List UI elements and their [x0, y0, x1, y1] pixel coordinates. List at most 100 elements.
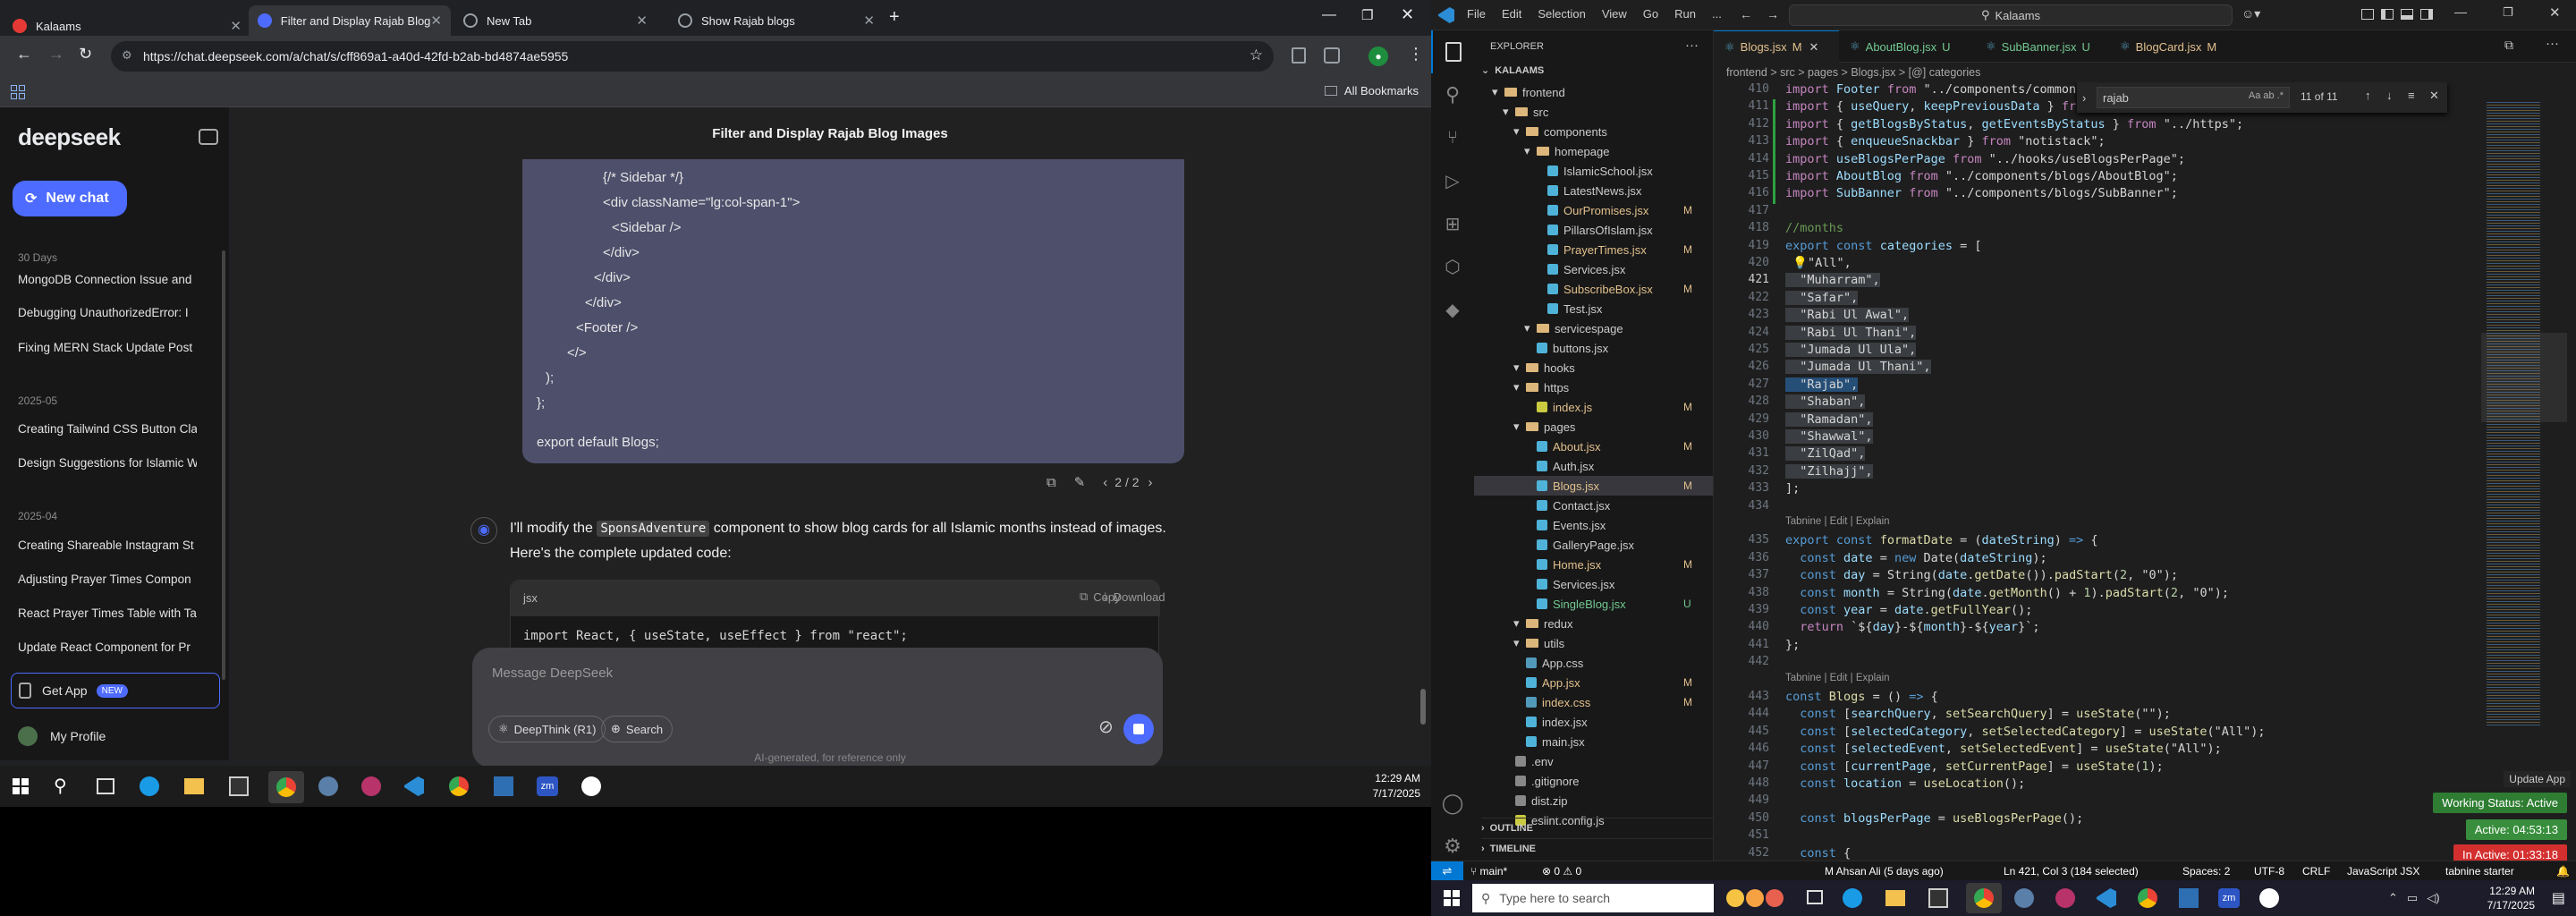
nav-back-icon[interactable]: ←: [1740, 7, 1752, 21]
github-icon[interactable]: [2055, 888, 2075, 908]
more-actions-icon[interactable]: ···: [1685, 38, 1699, 53]
app-icon[interactable]: [2179, 888, 2199, 908]
tree-file[interactable]: Services.jsx: [1474, 574, 1713, 594]
tree-file[interactable]: PrayerTimes.jsx M: [1474, 240, 1713, 259]
copilot-icon[interactable]: ☺▾: [2241, 6, 2260, 21]
language-mode[interactable]: JavaScript JSX: [2347, 861, 2419, 881]
minimize-button[interactable]: —: [2454, 4, 2467, 19]
prev-version-icon[interactable]: ‹: [1103, 475, 1107, 490]
tree-folder[interactable]: ▾ homepage: [1474, 141, 1713, 161]
search-icon[interactable]: ⚲: [54, 775, 67, 797]
close-find-icon[interactable]: ✕: [2429, 89, 2439, 103]
tree-file[interactable]: Blogs.jsx M: [1474, 476, 1713, 496]
sidebar-scrollbar[interactable]: [222, 250, 225, 680]
tree-file[interactable]: GalleryPage.jsx: [1474, 535, 1713, 555]
close-window-button[interactable]: ✕: [1401, 5, 1414, 24]
extensions-icon[interactable]: ⊞: [1431, 202, 1474, 245]
find-input[interactable]: rajab Aa ab .*: [2097, 87, 2290, 108]
source-control-icon[interactable]: ⑂: [1431, 116, 1474, 159]
bookmark-star-icon[interactable]: ☆: [1250, 47, 1263, 64]
task-view-icon[interactable]: [97, 778, 114, 794]
chevron-right-icon[interactable]: ›: [2082, 91, 2086, 105]
minimap[interactable]: [2481, 82, 2567, 861]
tree-folder[interactable]: ▾ hooks: [1474, 358, 1713, 377]
deepseek-logo[interactable]: deepseek: [18, 123, 121, 151]
tabnine-icon[interactable]: ◆: [1431, 288, 1474, 331]
tree-file[interactable]: buttons.jsx: [1474, 338, 1713, 358]
tree-folder[interactable]: ▾ components: [1474, 122, 1713, 141]
sidepanel-icon[interactable]: [1324, 47, 1340, 64]
find-in-selection-icon[interactable]: ≡: [2408, 89, 2415, 102]
chrome-taskbar-button[interactable]: [268, 771, 304, 803]
history-item[interactable]: Design Suggestions for Islamic W: [18, 456, 197, 470]
emoji-icon[interactable]: [1766, 889, 1784, 907]
site-info-icon[interactable]: ⚙: [122, 48, 132, 63]
timeline-section[interactable]: › TIMELINE: [1481, 838, 1713, 858]
close-tab-icon[interactable]: ✕: [636, 13, 648, 29]
update-app-label[interactable]: Update App: [2504, 771, 2571, 787]
tree-file[interactable]: SingleBlog.jsx U: [1474, 594, 1713, 614]
more-actions-icon[interactable]: ···: [2546, 36, 2559, 51]
tabnine-codelens[interactable]: Tabnine | Edit | Explain: [1785, 673, 1890, 683]
new-chat-button[interactable]: ⟳ New chat: [13, 181, 127, 216]
find-next-icon[interactable]: ↓: [2386, 89, 2393, 102]
tree-file[interactable]: index.jsx: [1474, 712, 1713, 732]
edit-icon[interactable]: ✎: [1074, 474, 1086, 490]
volume-icon[interactable]: ◁): [2427, 891, 2439, 905]
history-item[interactable]: Creating Shareable Instagram St: [18, 539, 197, 552]
tree-file[interactable]: main.jsx: [1474, 732, 1713, 751]
stop-button[interactable]: [1123, 714, 1154, 744]
tree-file[interactable]: SubscribeBox.jsx M: [1474, 279, 1713, 299]
close-window-button[interactable]: ✕: [2549, 4, 2561, 21]
cursor-position[interactable]: Ln 421, Col 3 (184 selected): [2004, 861, 2139, 881]
tree-file[interactable]: Services.jsx: [1474, 259, 1713, 279]
find-options-icon[interactable]: Aa ab .*: [2249, 90, 2284, 101]
maximize-button[interactable]: ❐: [2503, 5, 2513, 20]
tree-file[interactable]: App.css: [1474, 653, 1713, 673]
toggle-secondary-sidebar-icon[interactable]: [2420, 9, 2433, 20]
tabnine-status[interactable]: tabnine starter: [2445, 861, 2514, 881]
clock[interactable]: 12:29 AM 7/17/2025: [1373, 771, 1420, 802]
chat-scrollbar[interactable]: [1420, 689, 1426, 725]
menu-run[interactable]: Run: [1674, 7, 1696, 21]
menu-selection[interactable]: Selection: [1538, 7, 1585, 21]
editor-tab[interactable]: ⚛ AboutBlog.jsx U: [1839, 30, 1975, 63]
tabnine-codelens[interactable]: Tabnine | Edit | Explain: [1785, 516, 1890, 527]
tree-folder[interactable]: ▾ utils: [1474, 633, 1713, 653]
encoding[interactable]: UTF-8: [2254, 861, 2284, 881]
browser-tab[interactable]: Show Rajab blogs ✕: [669, 5, 884, 36]
browser-tab[interactable]: New Tab ✕: [454, 5, 657, 36]
github-icon[interactable]: [361, 776, 381, 796]
tree-file[interactable]: .gitignore: [1474, 771, 1713, 791]
attach-icon[interactable]: ⊘: [1098, 716, 1114, 738]
tray-chevron-icon[interactable]: ⌃: [2388, 891, 2398, 905]
maximize-button[interactable]: ❐: [1361, 7, 1373, 23]
back-arrow-icon[interactable]: ←: [16, 45, 32, 64]
menu-view[interactable]: View: [1602, 7, 1627, 21]
history-item[interactable]: Fixing MERN Stack Update Post I: [18, 341, 197, 354]
tree-file[interactable]: index.js M: [1474, 397, 1713, 417]
toggle-panel-icon[interactable]: [2401, 9, 2413, 20]
reload-icon[interactable]: ↻: [79, 45, 92, 64]
app-icon[interactable]: [318, 776, 338, 796]
menu-go[interactable]: Go: [1643, 7, 1658, 21]
taskbar-search-box[interactable]: ⚲ Type here to search: [1472, 884, 1714, 912]
menu-more[interactable]: ...: [1712, 7, 1722, 21]
task-view-icon[interactable]: [1807, 890, 1823, 904]
explorer-icon[interactable]: [1431, 30, 1474, 73]
split-editor-icon[interactable]: ⧉: [2504, 38, 2513, 53]
close-tab-icon[interactable]: ✕: [863, 13, 875, 29]
remote-indicator-icon[interactable]: ⇌: [1431, 861, 1463, 881]
edge-icon[interactable]: [1843, 888, 1862, 908]
vscode-icon[interactable]: [2097, 888, 2116, 908]
menu-file[interactable]: File: [1467, 7, 1486, 21]
tree-file[interactable]: Auth.jsx: [1474, 456, 1713, 476]
tree-file[interactable]: Test.jsx: [1474, 299, 1713, 318]
tree-file[interactable]: index.css M: [1474, 692, 1713, 712]
minimize-button[interactable]: —: [1322, 7, 1336, 23]
app-icon[interactable]: [581, 776, 601, 796]
close-tab-icon[interactable]: ✕: [430, 13, 442, 29]
history-item[interactable]: Update React Component for Pr: [18, 640, 197, 654]
tree-file[interactable]: IslamicSchool.jsx: [1474, 161, 1713, 181]
get-app-button[interactable]: Get App NEW: [11, 673, 220, 708]
